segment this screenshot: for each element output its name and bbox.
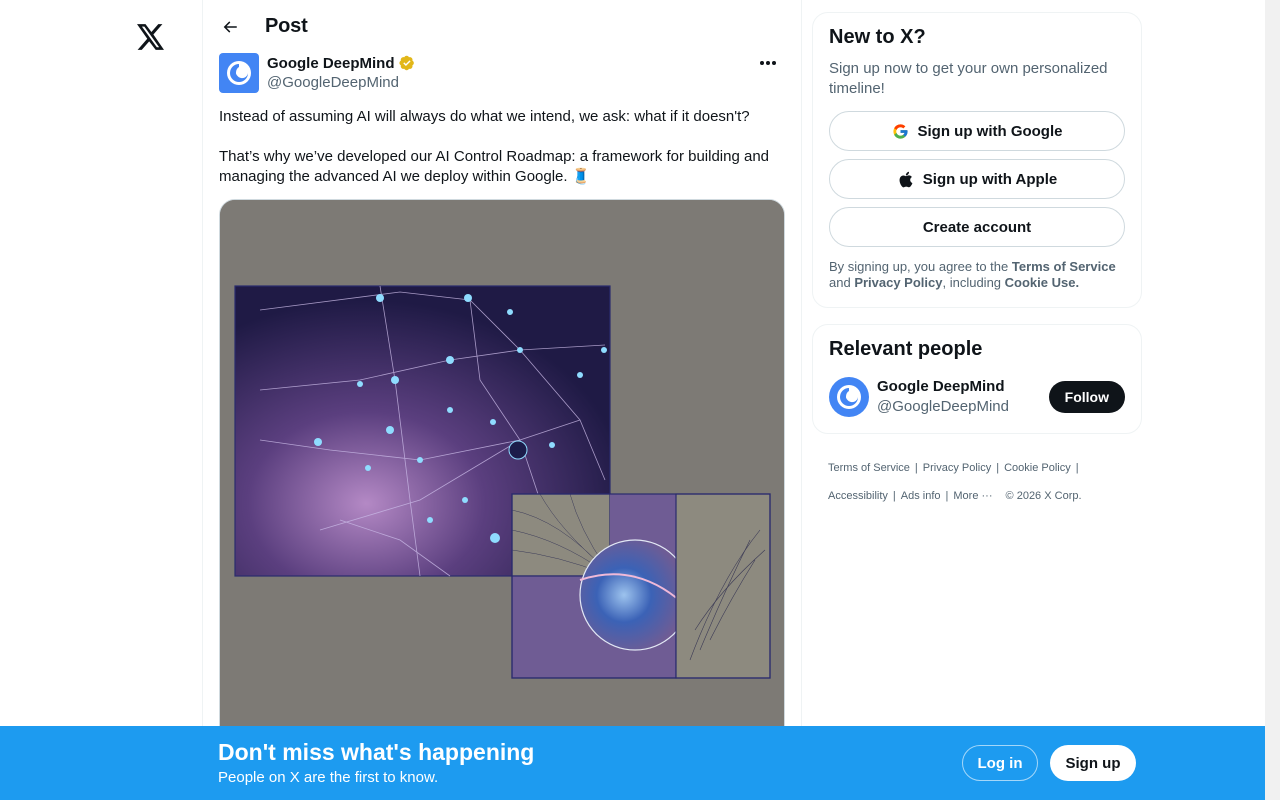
footer-copyright: © 2026 X Corp. (1005, 490, 1082, 502)
scrollbar[interactable] (1265, 0, 1280, 800)
author-name-row: Google DeepMind (267, 53, 415, 73)
author-name[interactable]: Google DeepMind (267, 55, 395, 72)
left-nav (0, 0, 202, 800)
legal-prefix: By signing up, you agree to the (829, 259, 1012, 274)
terms-link[interactable]: Terms of Service (1012, 259, 1116, 274)
right-sidebar: New to X? Sign up now to get your own pe… (812, 0, 1142, 510)
create-account-button[interactable]: Create account (829, 207, 1125, 247)
tweet-text: Instead of assuming AI will always do wh… (219, 108, 770, 185)
footer-more-link[interactable]: More ··· (953, 490, 992, 502)
legal-including: , including (942, 275, 1005, 290)
verified-badge-icon (398, 55, 415, 71)
person-avatar[interactable] (829, 377, 869, 417)
signup-apple-button[interactable]: Sign up with Apple (829, 159, 1125, 199)
relevant-people-card: Relevant people Google DeepMind @GoogleD… (812, 324, 1142, 434)
cookie-link[interactable]: Cookie Use. (1005, 275, 1079, 290)
footer-separator: | (892, 490, 896, 502)
x-logo-icon[interactable] (134, 20, 168, 54)
create-account-label: Create account (922, 218, 1032, 236)
footer-privacy-link[interactable]: Privacy Policy (923, 462, 991, 474)
apple-icon (897, 170, 915, 188)
signup-button[interactable]: Sign up (1050, 745, 1136, 781)
tweet: Google DeepMind @GoogleDeepMind Instead … (203, 53, 801, 759)
signup-card-title: New to X? (829, 26, 926, 48)
footer-spacer (997, 490, 1000, 502)
signup-apple-label: Sign up with Apple (922, 170, 1058, 188)
bottom-bar-title: Don't miss what's happening (218, 739, 535, 765)
footer-accessibility-link[interactable]: Accessibility (828, 490, 888, 502)
tweet-author-row: Google DeepMind @GoogleDeepMind (219, 53, 785, 97)
legal-and: and (829, 275, 855, 290)
person-row[interactable]: Google DeepMind @GoogleDeepMind Follow (829, 361, 1125, 433)
signup-card: New to X? Sign up now to get your own pe… (812, 12, 1142, 308)
footer-separator: | (1075, 462, 1079, 474)
footer-terms-link[interactable]: Terms of Service (828, 462, 910, 474)
signup-google-button[interactable]: Sign up with Google (829, 111, 1125, 151)
page-title: Post (265, 15, 308, 37)
person-meta: Google DeepMind @GoogleDeepMind (877, 377, 1009, 417)
relevant-people-title: Relevant people (829, 338, 983, 360)
footer-separator: | (914, 462, 918, 474)
signup-legal-text: By signing up, you agree to the Terms of… (829, 259, 1125, 291)
bottom-bar-subtitle: People on X are the first to know. (218, 769, 439, 786)
author-meta: Google DeepMind @GoogleDeepMind (267, 53, 415, 93)
page-header: Post (203, 0, 801, 53)
tweet-image[interactable] (219, 199, 785, 759)
author-handle[interactable]: @GoogleDeepMind (267, 73, 415, 93)
bottom-signup-bar: Don't miss what's happening People on X … (0, 726, 1265, 800)
footer-separator: | (945, 490, 949, 502)
back-arrow-icon[interactable] (219, 16, 241, 38)
person-name[interactable]: Google DeepMind (877, 377, 1009, 397)
footer-ads-info-link[interactable]: Ads info (901, 490, 941, 502)
follow-button[interactable]: Follow (1048, 381, 1125, 413)
signup-google-label: Sign up with Google (917, 122, 1063, 140)
more-icon[interactable] (751, 53, 785, 73)
person-handle: @GoogleDeepMind (877, 398, 1009, 415)
main-column: Post Google DeepMind @GoogleDeepMind Ins… (202, 0, 802, 800)
signup-card-subtitle: Sign up now to get your own personalized… (829, 60, 1108, 97)
login-button[interactable]: Log in (962, 745, 1038, 781)
avatar[interactable] (219, 53, 259, 93)
google-icon (892, 122, 910, 140)
footer-separator: | (996, 462, 1000, 474)
privacy-link[interactable]: Privacy Policy (854, 275, 942, 290)
footer-cookie-link[interactable]: Cookie Policy (1004, 462, 1071, 474)
footer-links: Terms of Service | Privacy Policy | Cookie P… (812, 454, 1142, 510)
